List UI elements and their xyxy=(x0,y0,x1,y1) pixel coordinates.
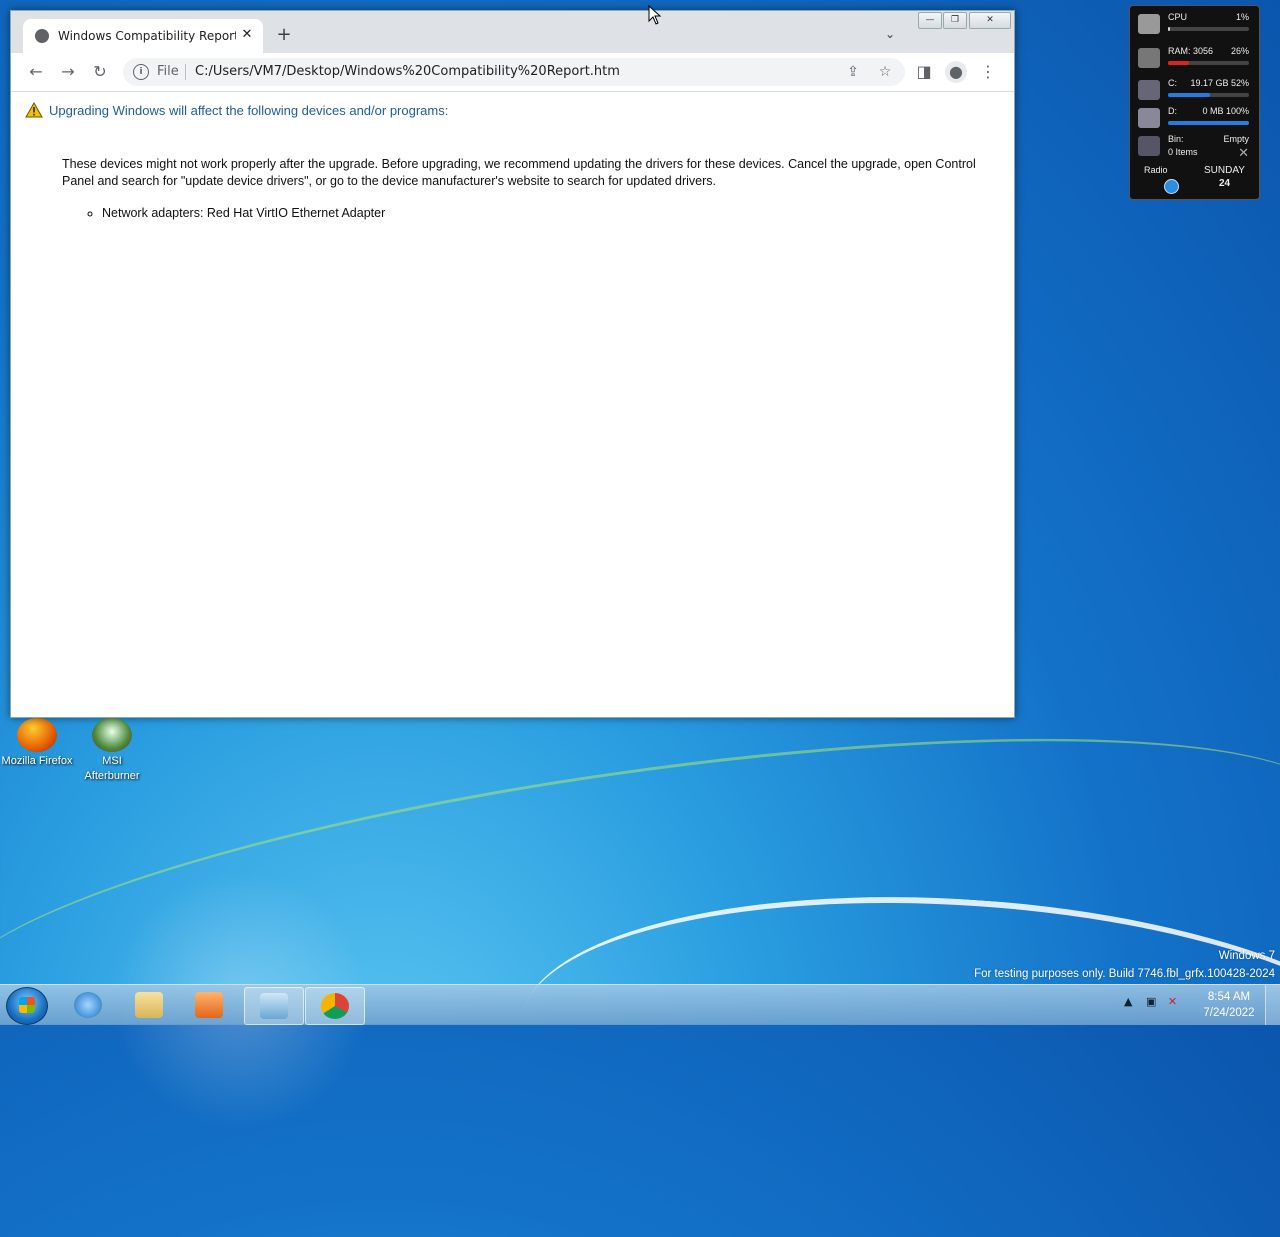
bin-label: Bin: xyxy=(1168,134,1184,144)
ram-label: RAM: 3056 xyxy=(1168,46,1214,56)
msi-afterburner-icon xyxy=(92,718,132,752)
taskbar: ▲ ▣ ✕ 8:54 AM 7/24/2022 xyxy=(0,984,1280,1025)
desktop-icon-label: MSI Afterburner xyxy=(84,755,140,782)
cpu-bar xyxy=(1168,27,1249,31)
folder-icon xyxy=(135,992,163,1018)
report-heading: Upgrading Windows will affect the follow… xyxy=(49,103,449,118)
desktop-icon-label: Mozilla Firefox xyxy=(1,755,73,767)
file-scheme-label: File xyxy=(157,64,179,79)
globe-icon xyxy=(35,29,49,43)
calendar-date: 24 xyxy=(1219,178,1231,189)
system-monitor-gadget[interactable]: CPU 1% RAM: 3056 26% C: 19.17 GB 52% D: … xyxy=(1129,5,1260,200)
address-bar[interactable]: i File C:/Users/VM7/Desktop/Windows%20Co… xyxy=(123,58,905,86)
taskbar-chrome[interactable] xyxy=(305,987,365,1025)
bin-items: 0 Items xyxy=(1168,147,1198,157)
browser-toolbar: ← → ↻ i File C:/Users/VM7/Desktop/Window… xyxy=(11,53,1014,92)
volume-muted-icon[interactable]: ✕ xyxy=(1168,995,1177,1008)
recycle-bin-meter: Bin: Empty 0 Items ✕ xyxy=(1138,132,1251,162)
reload-button[interactable]: ↻ xyxy=(89,61,111,83)
list-item: Network adapters: Red Hat VirtIO Etherne… xyxy=(102,206,385,220)
drive-d-meter: D: 0 MB 100% xyxy=(1138,104,1251,132)
ram-icon xyxy=(1138,48,1160,68)
windows-watermark-build: For testing purposes only. Build 7746.fb… xyxy=(974,968,1275,980)
hard-drive-icon xyxy=(1138,80,1160,100)
show-desktop-button[interactable] xyxy=(1265,985,1280,1025)
taskbar-internet-explorer[interactable] xyxy=(59,987,117,1023)
drive-c-label: C: xyxy=(1168,78,1177,88)
drive-c-meter: C: 19.17 GB 52% xyxy=(1138,76,1251,104)
taskbar-clock[interactable]: 8:54 AM 7/24/2022 xyxy=(1196,989,1262,1021)
control-panel-icon xyxy=(260,993,288,1019)
radio-label: Radio xyxy=(1144,165,1168,175)
report-paragraph: These devices might not work properly af… xyxy=(62,157,976,188)
affected-devices-list: Network adapters: Red Hat VirtIO Etherne… xyxy=(62,206,385,220)
ram-bar xyxy=(1168,61,1249,65)
bookmark-star-icon[interactable]: ☆ xyxy=(875,62,895,82)
close-tab-icon[interactable]: ✕ xyxy=(237,25,257,45)
url-text[interactable]: C:/Users/VM7/Desktop/Windows%20Compatibi… xyxy=(195,64,620,79)
drive-c-value: 19.17 GB 52% xyxy=(1190,78,1249,88)
new-tab-button[interactable]: + xyxy=(273,25,295,47)
desktop-icon-firefox[interactable]: Mozilla Firefox xyxy=(1,718,73,769)
cpu-bar-fill xyxy=(1168,27,1170,31)
taskbar-media-player[interactable] xyxy=(180,987,238,1023)
drive-c-bar xyxy=(1168,93,1249,97)
cpu-icon xyxy=(1138,14,1160,34)
tab-compatibility-report[interactable]: Windows Compatibility Report.htm ✕ xyxy=(23,19,263,53)
ram-bar-fill xyxy=(1168,61,1190,65)
bin-status: Empty xyxy=(1223,134,1249,144)
warning-icon xyxy=(25,102,43,118)
drive-d-label: D: xyxy=(1168,106,1177,116)
tab-title: Windows Compatibility Report.htm xyxy=(58,29,236,43)
page-content: Upgrading Windows will affect the follow… xyxy=(11,92,1014,717)
calendar-day: SUNDAY xyxy=(1204,165,1245,176)
clock-time: 8:54 AM xyxy=(1207,991,1251,1003)
internet-explorer-icon xyxy=(74,992,102,1018)
profile-avatar-icon[interactable]: ● xyxy=(945,61,967,83)
radio-play-icon[interactable] xyxy=(1164,179,1179,194)
forward-button[interactable]: → xyxy=(57,61,79,83)
network-icon[interactable]: ▣ xyxy=(1146,995,1156,1008)
drive-d-bar xyxy=(1168,121,1249,125)
drive-d-value: 0 MB 100% xyxy=(1202,106,1249,116)
menu-kebab-icon[interactable]: ⋮ xyxy=(977,61,999,83)
empty-bin-icon[interactable]: ✕ xyxy=(1238,145,1249,161)
browser-window: Windows Compatibility Report.htm ✕ + ⌄ —… xyxy=(10,10,1015,718)
cd-drive-icon xyxy=(1138,108,1160,128)
ram-meter: RAM: 3056 26% xyxy=(1138,44,1251,72)
ram-value: 26% xyxy=(1230,46,1249,56)
back-button[interactable]: ← xyxy=(25,61,47,83)
side-panel-icon[interactable]: ◨ xyxy=(913,61,935,83)
recycle-bin-icon xyxy=(1138,136,1160,156)
tab-search-chevron-icon[interactable]: ⌄ xyxy=(885,27,895,41)
firefox-icon xyxy=(17,718,57,752)
cpu-value: 1% xyxy=(1235,12,1249,22)
desktop-icon-msi-afterburner[interactable]: MSI Afterburner xyxy=(76,718,148,784)
clock-date: 7/24/2022 xyxy=(1203,1007,1255,1019)
share-icon[interactable]: ⇪ xyxy=(843,62,863,82)
media-player-icon xyxy=(195,992,223,1018)
cpu-label: CPU xyxy=(1168,12,1188,22)
minimize-button[interactable]: — xyxy=(918,12,942,29)
start-button[interactable] xyxy=(6,987,48,1025)
drive-d-bar-fill xyxy=(1168,121,1249,125)
chrome-icon xyxy=(321,993,349,1019)
info-icon[interactable]: i xyxy=(133,64,149,80)
taskbar-control-panel[interactable] xyxy=(244,987,304,1025)
system-tray: ▲ ▣ ✕ xyxy=(1124,995,1177,1008)
drive-c-bar-fill xyxy=(1168,93,1211,97)
mouse-cursor-icon xyxy=(648,5,662,25)
restore-button[interactable]: ❐ xyxy=(943,12,967,29)
windows-watermark-title: Windows 7 xyxy=(1218,950,1275,962)
cpu-meter: CPU 1% xyxy=(1138,10,1251,38)
windows-logo-icon xyxy=(19,997,35,1013)
show-hidden-icons-icon[interactable]: ▲ xyxy=(1124,995,1132,1008)
close-window-button[interactable]: ✕ xyxy=(969,12,1011,29)
tab-strip: Windows Compatibility Report.htm ✕ + ⌄ —… xyxy=(11,11,1014,53)
taskbar-windows-explorer[interactable] xyxy=(120,987,178,1023)
omnibox-divider xyxy=(185,64,186,80)
